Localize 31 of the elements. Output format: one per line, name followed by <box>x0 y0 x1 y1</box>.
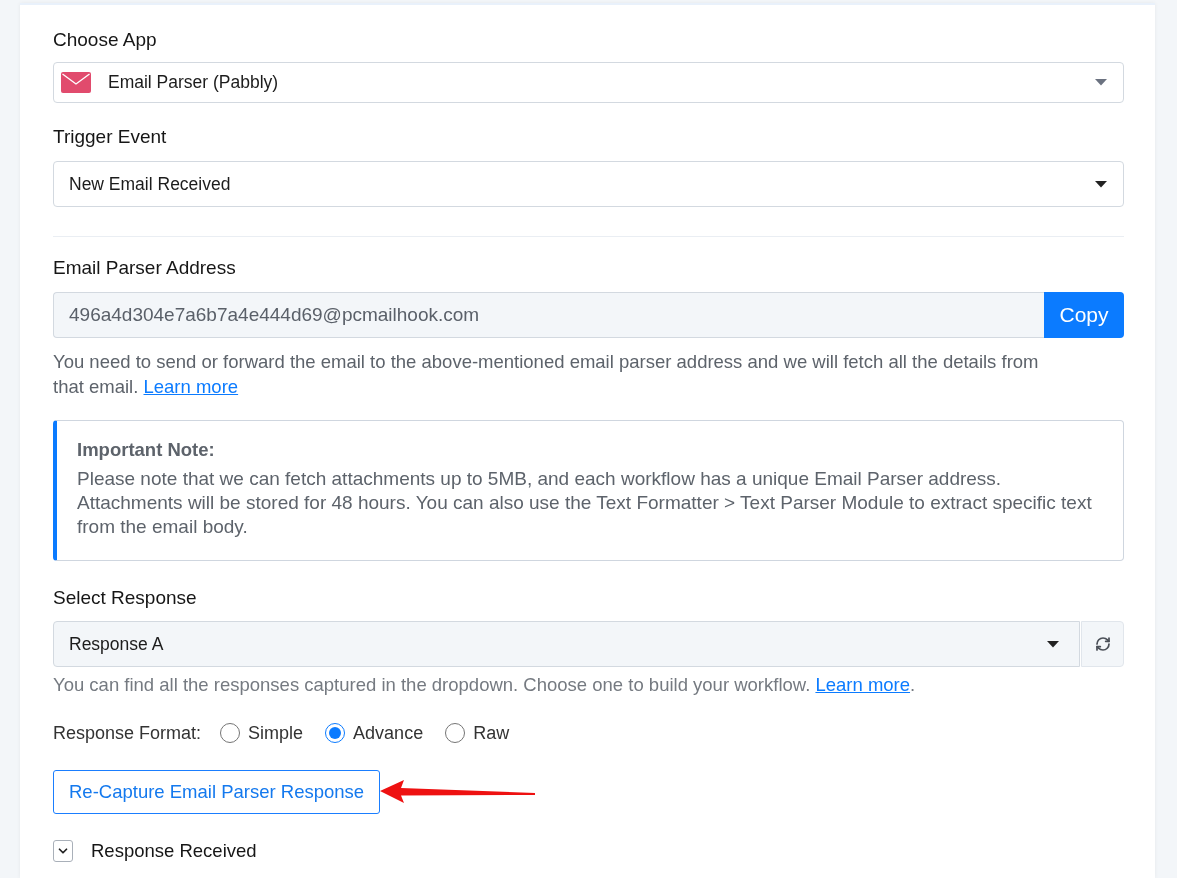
copy-button[interactable]: Copy <box>1044 292 1124 338</box>
field-label: Email Parser Address <box>53 256 237 280</box>
field-label: Select Response <box>53 586 198 610</box>
radio-button[interactable] <box>445 723 466 743</box>
help-text: You can find all the responses captured in the dropdown. Choose one to build your workflow. Learn more. <box>53 673 917 697</box>
section-title: Response Received <box>91 839 257 863</box>
note-title: Important Note: <box>77 438 216 462</box>
recapture-button[interactable]: Re-Capture Email Parser Response <box>53 770 381 814</box>
format-option[interactable]: Simple <box>220 721 304 745</box>
note-text: Please note that we can fetch attachments up to 5MB, and each workflow has a unique Email Parser address. Attachments will be stored for 48 hours. You can also use the Text Formatter > Text Parser Module to extract specific text from the email body. <box>77 467 1093 539</box>
format-label: Response Format: <box>53 722 202 745</box>
address-field[interactable]: 496a4d304e7a6b7a4e444d69@pcmailhook.com <box>53 292 1044 338</box>
learn-more-link[interactable]: Learn more <box>143 376 239 397</box>
envelope-icon <box>61 72 91 93</box>
refresh-button[interactable] <box>1081 621 1124 667</box>
learn-more-link[interactable]: Learn more <box>815 674 911 695</box>
field-label: Trigger Event <box>53 125 168 149</box>
caret-icon <box>1095 79 1107 86</box>
radio-button[interactable] <box>220 723 241 743</box>
radio-button[interactable] <box>325 723 346 743</box>
collapse-toggle[interactable] <box>53 840 73 862</box>
trigger-select[interactable]: New Email Received <box>53 161 1124 207</box>
caret-icon <box>1047 640 1059 648</box>
help-text: You need to send or forward the email to the above-mentioned email parser address and we will fetch all the details from that email. Learn more <box>53 350 1040 399</box>
field-label: Choose App <box>53 28 158 52</box>
response-select[interactable]: Response A <box>53 621 1080 667</box>
app-select[interactable]: Email Parser (Pabbly) <box>53 62 1124 103</box>
format-option[interactable]: Raw <box>445 721 510 745</box>
caret-icon <box>1095 180 1107 188</box>
refresh-icon <box>1094 636 1111 652</box>
format-option[interactable]: Advance <box>325 721 424 745</box>
